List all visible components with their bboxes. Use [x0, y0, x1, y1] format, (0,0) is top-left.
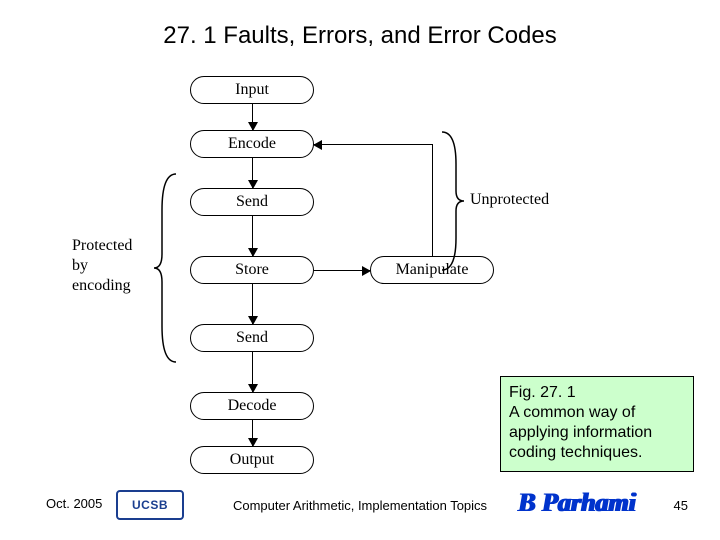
flow-diagram: Input Encode Send Store Send Decode Outp…: [80, 76, 550, 476]
node-output: Output: [190, 446, 314, 474]
page-number: 45: [674, 498, 688, 513]
label-unprotected: Unprotected: [470, 190, 549, 210]
figure-caption: Fig. 27. 1 A common way of applying info…: [500, 376, 694, 472]
node-encode: Encode: [190, 130, 314, 158]
section-title: 27. 1 Faults, Errors, and Error Codes: [0, 22, 720, 50]
caption-text: A common way of applying information cod…: [509, 403, 685, 463]
node-input: Input: [190, 76, 314, 104]
node-send-2: Send: [190, 324, 314, 352]
label-protected: Protected by encoding: [72, 236, 152, 296]
node-manipulate: Manipulate: [370, 256, 494, 284]
node-send-1: Send: [190, 188, 314, 216]
feedback-vline: [432, 144, 433, 257]
slide-footer: Oct. 2005 UCSB Computer Arithmetic, Impl…: [0, 490, 720, 526]
slide: 27. 1 Faults, Errors, and Error Codes In…: [0, 0, 720, 540]
brace-left: [152, 170, 182, 366]
arrow-encode-send1: [252, 158, 253, 188]
arrow-decode-output: [252, 420, 253, 446]
node-store: Store: [190, 256, 314, 284]
brace-right: [438, 128, 466, 274]
footer-author: B Parhami: [518, 488, 636, 518]
arrow-send1-store: [252, 216, 253, 256]
arrow-send2-decode: [252, 352, 253, 392]
caption-fig-number: Fig. 27. 1: [509, 383, 685, 403]
arrow-manipulate-encode: [314, 144, 432, 145]
arrow-store-send2: [252, 284, 253, 324]
arrow-store-manipulate: [314, 270, 370, 271]
node-decode: Decode: [190, 392, 314, 420]
arrow-input-encode: [252, 104, 253, 130]
